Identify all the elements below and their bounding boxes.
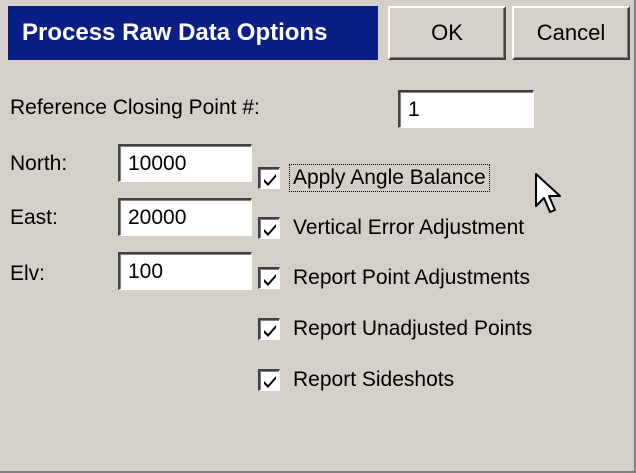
- option-report-unadjusted-points[interactable]: Report Unadjusted Points: [258, 313, 535, 345]
- process-raw-data-dialog: Process Raw Data Options OK Cancel Refer…: [0, 0, 636, 473]
- elv-label: Elv:: [10, 262, 46, 285]
- east-label: East:: [10, 206, 58, 229]
- checkbox-label: Apply Angle Balance: [289, 164, 490, 192]
- checkbox[interactable]: [258, 217, 280, 239]
- checkbox-label: Report Point Adjustments: [293, 266, 530, 289]
- title-bar: Process Raw Data Options OK Cancel: [0, 0, 636, 64]
- option-report-sideshots[interactable]: Report Sideshots: [258, 364, 457, 396]
- checkmark-icon: [264, 376, 276, 388]
- checkmark-icon: [264, 174, 276, 186]
- reference-closing-point-label: Reference Closing Point #:: [10, 96, 260, 119]
- option-vertical-error-adjustment[interactable]: Vertical Error Adjustment: [258, 212, 527, 244]
- checkbox-label: Report Unadjusted Points: [293, 317, 533, 340]
- checkbox[interactable]: [258, 267, 280, 289]
- option-apply-angle-balance[interactable]: Apply Angle Balance: [258, 162, 490, 194]
- cancel-button[interactable]: Cancel: [512, 6, 630, 60]
- checkbox-label: Report Sideshots: [293, 368, 455, 391]
- mouse-pointer-icon: [535, 173, 561, 213]
- east-input[interactable]: [118, 198, 252, 236]
- north-input[interactable]: [118, 144, 252, 182]
- checkbox[interactable]: [258, 318, 280, 340]
- checkbox[interactable]: [258, 369, 280, 391]
- elv-input[interactable]: [118, 252, 252, 290]
- checkmark-icon: [264, 224, 276, 236]
- ok-button[interactable]: OK: [388, 6, 506, 60]
- checkbox[interactable]: [258, 167, 280, 189]
- dialog-title: Process Raw Data Options: [8, 6, 378, 60]
- checkmark-icon: [264, 325, 276, 337]
- option-report-point-adjustments[interactable]: Report Point Adjustments: [258, 262, 533, 294]
- checkbox-label: Vertical Error Adjustment: [293, 216, 525, 239]
- north-label: North:: [10, 152, 68, 175]
- checkmark-icon: [264, 274, 276, 286]
- reference-closing-point-input[interactable]: [398, 90, 534, 128]
